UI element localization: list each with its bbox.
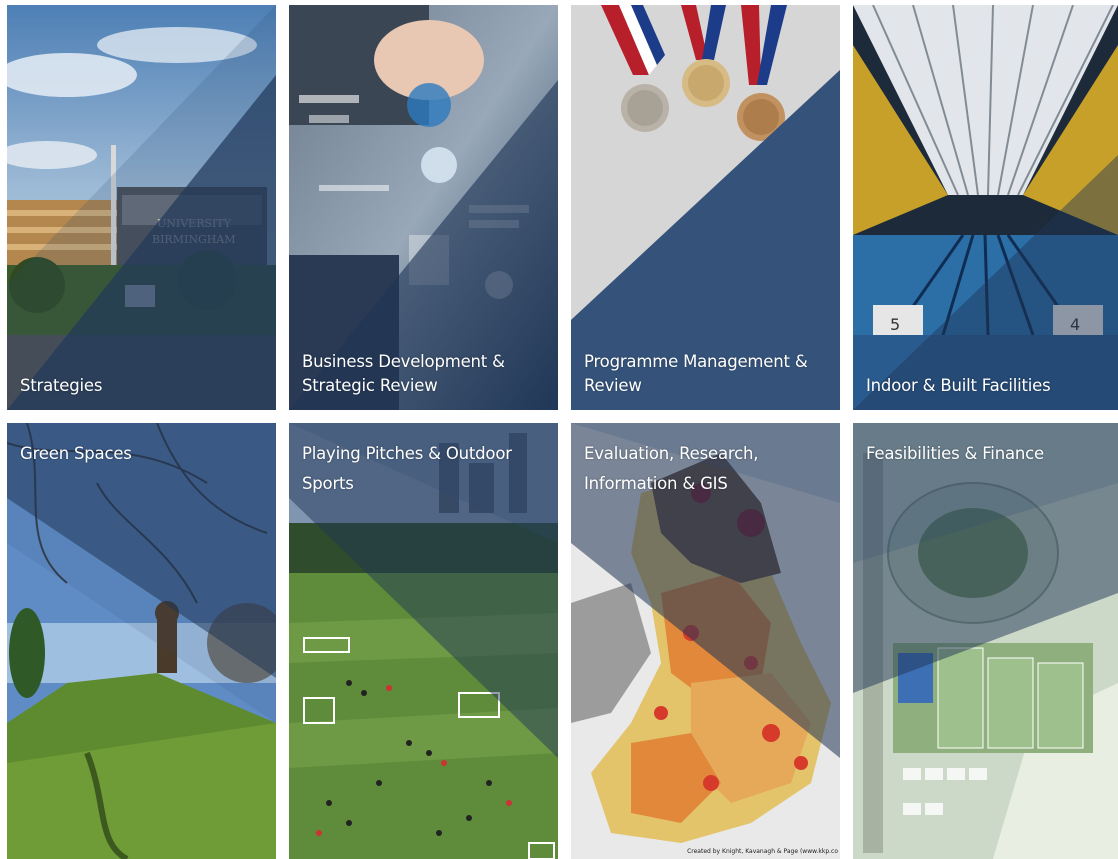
tile-evaluation-research[interactable]: Evaluation, Research, Information & GIS …	[571, 423, 840, 859]
tile-feasibilities-finance[interactable]: Feasibilities & Finance	[853, 423, 1118, 859]
caption-line: Evaluation, Research,	[584, 444, 759, 463]
caption-line: Playing Pitches & Outdoor	[302, 444, 512, 463]
tile-caption: Strategies	[20, 374, 264, 398]
tile-caption: Evaluation, Research, Information & GIS	[584, 439, 828, 499]
tile-caption: Programme Management & Review	[584, 350, 828, 398]
caption-line: Indoor & Built Facilities	[866, 376, 1051, 395]
map-credit: Created by Knight, Kavanagh & Page (www.…	[687, 848, 838, 855]
swimming-pool-photo: 5 4	[853, 5, 1118, 410]
tile-caption: Indoor & Built Facilities	[866, 374, 1106, 398]
caption-line: Information & GIS	[584, 474, 728, 493]
caption-line: Programme Management &	[584, 352, 808, 371]
tile-strategies[interactable]: UNIVERSITY BIRMINGHAM Strategies	[7, 5, 276, 410]
tile-indoor-facilities[interactable]: 5 4 Indoor & Built Facilities	[853, 5, 1118, 410]
park-trees-photo	[7, 423, 276, 859]
tile-caption: Green Spaces	[20, 439, 264, 469]
caption-line: Feasibilities & Finance	[866, 444, 1044, 463]
tile-green-spaces[interactable]: Green Spaces	[7, 423, 276, 859]
svg-text:5: 5	[890, 315, 900, 334]
tile-programme-management[interactable]: Programme Management & Review	[571, 5, 840, 410]
tile-caption: Playing Pitches & Outdoor Sports	[302, 439, 546, 499]
tile-caption: Business Development & Strategic Review	[302, 350, 546, 398]
tile-caption: Feasibilities & Finance	[866, 439, 1106, 469]
tile-business-development[interactable]: Business Development & Strategic Review	[289, 5, 558, 410]
caption-line: Sports	[302, 474, 354, 493]
services-grid: UNIVERSITY BIRMINGHAM Strategies	[0, 0, 1118, 859]
caption-line: Strategies	[20, 376, 103, 395]
stadium-building-photo: UNIVERSITY BIRMINGHAM	[7, 5, 276, 410]
caption-line: Review	[584, 376, 642, 395]
tile-playing-pitches[interactable]: Playing Pitches & Outdoor Sports	[289, 423, 558, 859]
caption-line: Green Spaces	[20, 444, 132, 463]
caption-line: Strategic Review	[302, 376, 438, 395]
caption-line: Business Development &	[302, 352, 505, 371]
site-plan-photo	[853, 423, 1118, 859]
